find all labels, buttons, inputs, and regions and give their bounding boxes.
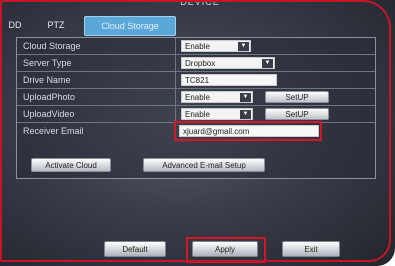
row-drive-name: Drive Name TC821 <box>17 72 375 89</box>
advanced-email-setup-button[interactable]: Advanced E-mail Setup <box>143 158 265 172</box>
server-type-select[interactable]: Dropbox ▼ <box>181 57 275 69</box>
column-divider <box>175 106 176 122</box>
cloud-storage-select[interactable]: Enable ▼ <box>181 40 251 52</box>
upload-photo-setup-button[interactable]: SetUP <box>265 91 329 103</box>
server-type-value: Dropbox <box>185 59 216 68</box>
upload-video-value: Enable <box>185 110 210 119</box>
upload-photo-value: Enable <box>185 93 210 102</box>
exit-button[interactable]: Exit <box>282 241 340 257</box>
row-upload-photo: UploadPhoto Enable ▼ SetUP <box>17 89 375 106</box>
label-server-type: Server Type <box>23 58 72 68</box>
upload-video-select[interactable]: Enable ▼ <box>181 108 253 120</box>
upload-photo-select[interactable]: Enable ▼ <box>181 91 253 103</box>
label-upload-photo: UploadPhoto <box>23 92 76 102</box>
label-drive-name: Drive Name <box>23 75 71 85</box>
tab-dd[interactable]: DD <box>2 16 28 34</box>
column-divider <box>175 72 176 88</box>
column-divider <box>175 55 176 71</box>
drive-name-input[interactable]: TC821 <box>181 74 277 86</box>
chevron-down-icon: ▼ <box>240 93 251 102</box>
row-server-type: Server Type Dropbox ▼ <box>17 55 375 72</box>
cloud-storage-value: Enable <box>185 42 210 51</box>
window-title: DEVICE <box>180 0 220 7</box>
label-cloud-storage: Cloud Storage <box>23 41 81 51</box>
column-divider <box>175 38 176 54</box>
chevron-down-icon: ▼ <box>262 59 273 68</box>
label-upload-video: UploadVideo <box>23 109 75 119</box>
settings-panel: Cloud Storage Enable ▼ Server Type Dropb… <box>16 37 376 179</box>
chevron-down-icon: ▼ <box>238 42 249 51</box>
screen-background: DEVICE DD PTZ Cloud Storage Cloud Storag… <box>0 0 395 266</box>
label-receiver-email: Receiver Email <box>23 126 84 136</box>
chevron-down-icon: ▼ <box>240 110 251 119</box>
apply-highlight-box <box>186 237 266 263</box>
column-divider <box>175 89 176 105</box>
tab-cloud-storage[interactable]: Cloud Storage <box>84 16 176 36</box>
device-window: DEVICE DD PTZ Cloud Storage Cloud Storag… <box>0 0 395 266</box>
row-cloud-storage: Cloud Storage Enable ▼ <box>17 38 375 55</box>
tab-ptz[interactable]: PTZ <box>36 16 76 34</box>
email-highlight-box <box>174 121 322 141</box>
default-button[interactable]: Default <box>104 241 166 257</box>
activate-cloud-button[interactable]: Activate Cloud <box>31 158 111 172</box>
upload-video-setup-button[interactable]: SetUP <box>265 108 329 120</box>
